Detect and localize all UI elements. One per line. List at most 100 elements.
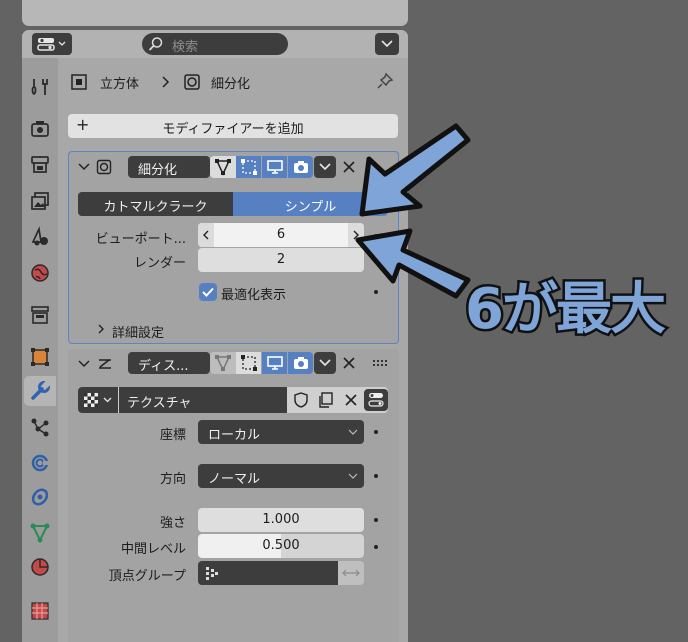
coordinates-label: 座標	[159, 428, 186, 443]
properties-editor-icon	[37, 38, 66, 51]
chevron-down-icon	[319, 359, 331, 367]
keyframe-dot[interactable]	[374, 474, 378, 478]
strength-label: 強さ	[159, 516, 186, 531]
texture-name-field[interactable]: テクスチャ	[119, 387, 287, 413]
modifier-name-field[interactable]: ディス...	[128, 352, 210, 374]
coordinates-value: ローカル	[208, 428, 261, 443]
upper-panel	[22, 0, 408, 26]
mesh-data-icon	[30, 523, 50, 543]
tab-world[interactable]	[24, 258, 56, 288]
modifier-name: 細分化	[138, 163, 178, 178]
search-input[interactable]: 検索	[142, 33, 288, 55]
tab-object[interactable]	[24, 342, 56, 372]
options-dropdown[interactable]	[375, 33, 399, 55]
modifier-menu-dropdown[interactable]	[314, 156, 336, 178]
expand-chevron-icon[interactable]	[96, 323, 106, 335]
on-cage-icon	[240, 159, 257, 175]
breadcrumb-object: 立方体	[100, 77, 140, 92]
midlevel-label: 中間レベル	[120, 542, 186, 557]
invert-arrows-icon	[342, 569, 360, 577]
physics-icon	[31, 454, 49, 472]
texture-name: テクスチャ	[127, 396, 192, 411]
render-toggle[interactable]	[288, 352, 313, 374]
search-icon	[148, 37, 163, 51]
world-icon	[31, 264, 49, 282]
viewport-levels-label: ビューポート...	[95, 232, 186, 247]
on-cage-toggle[interactable]	[236, 156, 261, 178]
tab-modifiers[interactable]	[24, 376, 56, 406]
advanced-subpanel-label[interactable]: 詳細設定	[112, 322, 164, 341]
invert-vertex-group-button[interactable]	[338, 561, 364, 585]
annotation-text: 6が最大	[463, 277, 669, 342]
render-toggle[interactable]	[288, 156, 313, 178]
object-mode-icon	[71, 74, 87, 90]
collapse-chevron-icon[interactable]	[77, 358, 91, 370]
edit-mode-toggle[interactable]	[210, 156, 236, 178]
texture-icon	[31, 602, 49, 620]
subdivision-icon	[96, 159, 112, 175]
texture-browse-button[interactable]	[78, 387, 118, 413]
pin-icon[interactable]	[376, 72, 394, 90]
tab-tool[interactable]	[24, 72, 56, 102]
optimal-display-checkbox[interactable]	[199, 283, 217, 301]
tab-output[interactable]	[24, 150, 56, 180]
tab-collection[interactable]	[24, 300, 56, 330]
monitor-icon	[266, 356, 283, 370]
edit-mode-icon	[215, 355, 231, 372]
camera-icon	[293, 161, 308, 173]
checkmark-icon	[202, 287, 214, 297]
editor-type-button[interactable]	[32, 33, 72, 55]
displace-icon	[99, 359, 111, 369]
particles-icon	[31, 418, 49, 437]
tab-constraints[interactable]	[24, 482, 56, 512]
view-layer-icon	[31, 192, 49, 210]
properties-tab-strip	[22, 58, 58, 642]
tab-particles[interactable]	[24, 412, 56, 442]
vertex-group-icon	[206, 567, 218, 580]
tab-texture[interactable]	[24, 596, 56, 626]
keyframe-dot[interactable]	[374, 518, 378, 522]
breadcrumb-chevron-icon	[162, 76, 170, 88]
breadcrumb-modifier: 細分化	[211, 77, 251, 92]
strength-field[interactable]: 1.000	[198, 508, 364, 532]
keyframe-dot[interactable]	[374, 545, 378, 549]
tab-scene[interactable]	[24, 222, 56, 252]
subdivision-icon	[184, 74, 200, 90]
duplicate-icon[interactable]	[316, 391, 334, 409]
strength-value: 1.000	[262, 512, 300, 527]
vertex-group-field[interactable]	[198, 561, 338, 585]
render-levels-label: レンダー	[133, 256, 186, 271]
wrench-icon	[31, 380, 51, 400]
tab-data[interactable]	[24, 518, 56, 548]
checker-texture-icon	[84, 393, 112, 407]
camera-icon	[293, 357, 308, 369]
tab-material[interactable]	[24, 552, 56, 582]
material-icon	[31, 558, 49, 576]
edit-mode-icon	[215, 159, 231, 176]
viewport-toggle[interactable]	[262, 352, 287, 374]
arrow-to-viewport-levels	[355, 228, 471, 299]
fake-user-shield-icon[interactable]	[292, 391, 310, 409]
chevron-down-icon	[381, 40, 393, 48]
midlevel-slider[interactable]: 0.500	[198, 534, 364, 558]
tab-view-layer[interactable]	[24, 186, 56, 216]
arrow-to-mode-selector	[359, 123, 471, 217]
collapse-chevron-icon[interactable]	[77, 161, 91, 173]
optimal-display-label: 最適化表示	[221, 288, 287, 303]
tab-render[interactable]	[24, 114, 56, 144]
scene-icon	[31, 226, 48, 246]
on-cage-toggle[interactable]	[236, 352, 261, 374]
midlevel-value: 0.500	[262, 538, 300, 553]
direction-label: 方向	[159, 472, 186, 487]
viewport-toggle[interactable]	[262, 156, 287, 178]
collection-icon	[31, 306, 49, 324]
tab-physics[interactable]	[24, 448, 56, 478]
modifier-name: ディス...	[138, 359, 189, 374]
modifier-menu-dropdown[interactable]	[314, 352, 336, 374]
catmull-clark-button[interactable]: カトマルクラーク	[78, 192, 233, 216]
direction-value: ノーマル	[208, 472, 261, 487]
edit-mode-toggle[interactable]	[210, 352, 236, 374]
catmull-clark-label: カトマルクラーク	[103, 200, 208, 215]
object-icon	[31, 348, 49, 366]
modifier-name-field[interactable]: 細分化	[128, 156, 210, 178]
